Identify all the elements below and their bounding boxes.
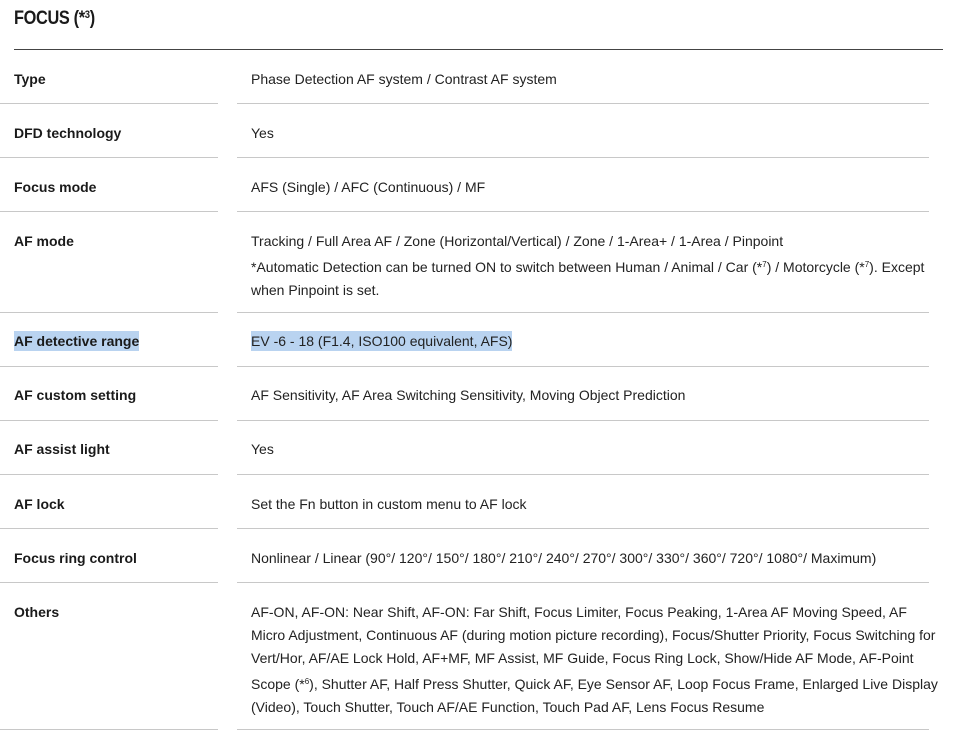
row-divider (0, 366, 218, 367)
section-title-close: ) (89, 8, 95, 29)
spec-value: AF Sensitivity, AF Area Switching Sensit… (251, 387, 686, 403)
spec-value: AF-ON, AF-ON: Near Shift, AF-ON: Far Shi… (251, 601, 941, 719)
row-divider (237, 157, 929, 158)
spec-value-line: Tracking / Full Area AF / Zone (Horizont… (251, 233, 784, 249)
row-divider (0, 312, 218, 313)
spec-label: Others (14, 604, 60, 620)
spec-value: Tracking / Full Area AF / Zone (Horizont… (251, 230, 941, 302)
spec-label: Type (14, 71, 46, 87)
spec-value: Phase Detection AF system / Contrast AF … (251, 71, 557, 87)
row-divider (237, 211, 929, 212)
row-divider (0, 729, 218, 730)
spec-value: Nonlinear / Linear (90°/ 120°/ 150°/ 180… (251, 550, 877, 566)
row-divider (0, 528, 218, 529)
row-divider (237, 366, 929, 367)
spec-value: Yes (251, 125, 274, 141)
spec-label: AF detective range (14, 331, 232, 351)
section-title-text: FOCUS (* (14, 8, 85, 29)
section-title: FOCUS (*3) (14, 8, 95, 30)
spec-value: AFS (Single) / AFC (Continuous) / MF (251, 179, 486, 195)
spec-label: Focus mode (14, 179, 97, 195)
row-divider (0, 103, 218, 104)
spec-label: AF mode (14, 233, 74, 249)
row-divider (0, 157, 218, 158)
spec-value-text: *Automatic Detection can be turned ON to… (251, 259, 763, 275)
section-divider (14, 49, 943, 50)
spec-value: Yes (251, 441, 274, 457)
row-divider (0, 474, 218, 475)
spec-label: DFD technology (14, 125, 122, 141)
spec-label: Focus ring control (14, 550, 137, 566)
selected-text: EV -6 - 18 (F1.4, ISO100 equivalent, AFS… (251, 331, 513, 351)
spec-value-text: ), Shutter AF, Half Press Shutter, Quick… (251, 676, 938, 715)
spec-page: FOCUS (*3) Type Phase Detection AF syste… (0, 0, 960, 737)
spec-label: AF custom setting (14, 387, 137, 403)
row-divider (237, 582, 929, 583)
row-divider (0, 420, 218, 421)
row-divider (237, 103, 929, 104)
row-divider (237, 729, 929, 730)
row-divider (237, 528, 929, 529)
spec-value: Set the Fn button in custom menu to AF l… (251, 496, 527, 512)
spec-value: EV -6 - 18 (F1.4, ISO100 equivalent, AFS… (251, 330, 941, 353)
spec-label: AF assist light (14, 441, 110, 457)
spec-label: AF lock (14, 496, 65, 512)
row-divider (0, 582, 218, 583)
row-divider (237, 474, 929, 475)
spec-value-text: ) / Motorcycle (* (766, 259, 865, 275)
row-divider (0, 211, 218, 212)
row-divider (237, 420, 929, 421)
row-divider (237, 312, 929, 313)
selected-text: AF detective range (14, 331, 140, 351)
